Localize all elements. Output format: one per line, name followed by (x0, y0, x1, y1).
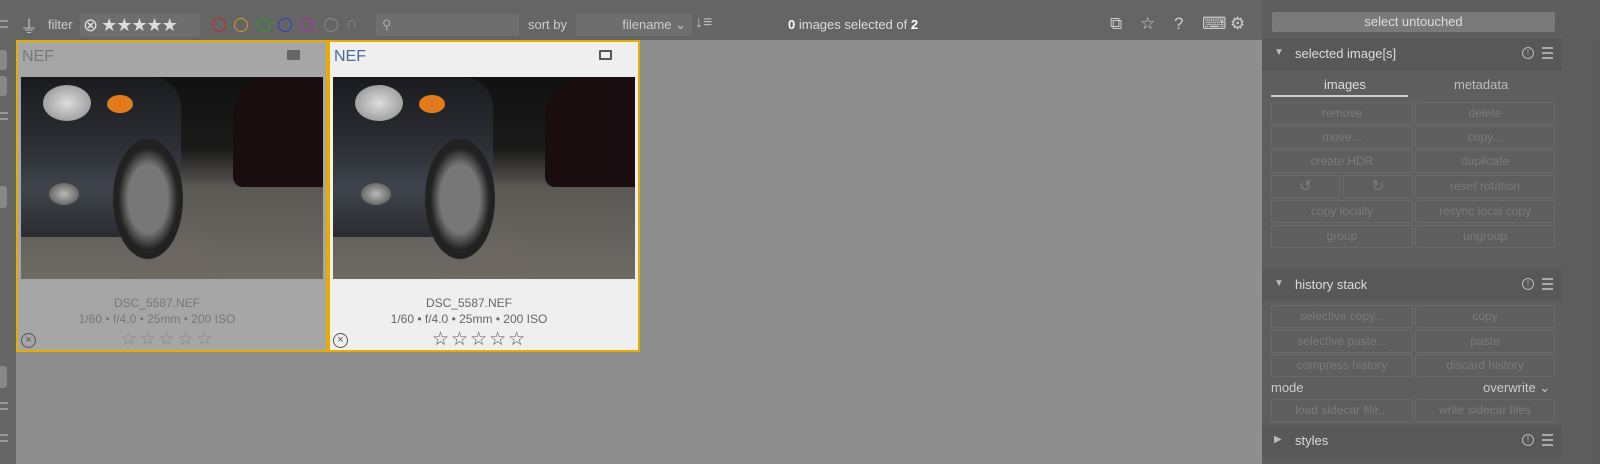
collapse-icon: ▼ (1274, 47, 1284, 58)
left-toggle[interactable] (0, 76, 7, 96)
group-icon[interactable] (287, 50, 300, 60)
filename: DSC_5587.NEF (425, 296, 513, 310)
create-hdr-button[interactable]: create HDR (1271, 150, 1413, 173)
discard-history-button[interactable]: discard history (1415, 354, 1555, 377)
reject-icon[interactable]: × (333, 333, 348, 348)
reset-icon[interactable]: ! (1522, 434, 1534, 446)
filename: DSC_5587.NEF (113, 296, 201, 310)
exif-info: 1/60 • f/4.0 • 25mm • 200 ISO (78, 312, 236, 326)
group-icon[interactable] (599, 50, 612, 60)
left-toggle[interactable] (0, 186, 7, 208)
tab-metadata[interactable]: metadata (1454, 77, 1508, 92)
search-input[interactable]: ⚲ (376, 14, 519, 36)
reject-icon[interactable]: × (21, 333, 36, 348)
presets-menu-icon[interactable] (1542, 434, 1553, 446)
rotate-ccw-icon: ↺ (1299, 178, 1312, 195)
section-history-stack[interactable]: ▼ history stack ! (1262, 269, 1562, 301)
thumbnail-image (333, 77, 635, 279)
selection-count: 0 images selected of 2 (788, 17, 919, 32)
delete-button[interactable]: delete (1415, 102, 1555, 125)
thumbnail[interactable]: NEF DSC_5587.NEF 1/60 • f/4.0 • 25mm • 2… (328, 40, 640, 352)
rotate-cw-button[interactable]: ↻ (1343, 175, 1413, 198)
mode-select[interactable]: overwrite ⌄ (1483, 380, 1550, 396)
write-sidecar-button[interactable]: write sidecar files (1415, 399, 1555, 422)
file-extension: NEF (22, 48, 54, 65)
rating-filter[interactable]: ⊗ ★★★★★ (80, 14, 200, 37)
gear-icon[interactable]: ⚙ (1230, 14, 1245, 34)
reset-rotation-button[interactable]: reset rotation (1415, 175, 1555, 198)
menu-icon[interactable] (0, 20, 8, 28)
filter-icon[interactable]: ⏚ (20, 13, 38, 39)
scrollbar[interactable] (1592, 40, 1600, 464)
reset-icon[interactable]: ! (1522, 47, 1534, 59)
group-button[interactable]: group (1271, 225, 1413, 248)
remove-button[interactable]: remove (1271, 102, 1413, 125)
star-overlay-icon[interactable]: ☆ (1140, 14, 1155, 34)
sort-by-label: sort by (528, 17, 568, 32)
left-toggle[interactable] (0, 366, 7, 388)
section-selected-images[interactable]: ▼ selected image[s] ! (1262, 38, 1562, 70)
mode-label: mode (1271, 380, 1304, 395)
selective-paste-button[interactable]: selective paste... (1271, 330, 1413, 353)
menu-icon[interactable] (0, 402, 8, 410)
resync-local-copy-button[interactable]: resync local copy (1415, 200, 1555, 223)
rotate-ccw-button[interactable]: ↺ (1271, 175, 1340, 198)
tab-images[interactable]: images (1324, 77, 1366, 92)
keyboard-shortcuts-icon[interactable]: ⌨ (1202, 14, 1227, 34)
filter-label: filter (48, 17, 73, 32)
reset-icon[interactable]: ! (1522, 278, 1534, 290)
history-copy-button[interactable]: copy (1415, 305, 1555, 328)
thumbnail[interactable]: NEF DSC_5587.NEF 1/60 • f/4.0 • 25mm • 2… (16, 40, 328, 352)
search-icon: ⚲ (382, 17, 392, 32)
tabs: images metadata (1271, 74, 1555, 97)
lighttable-grid: NEF DSC_5587.NEF 1/60 • f/4.0 • 25mm • 2… (16, 40, 1262, 464)
copy-button[interactable]: copy... (1415, 126, 1555, 149)
color-label-blue[interactable] (278, 18, 292, 32)
right-panel: select untouched ▼ selected image[s] ! i… (1262, 0, 1600, 464)
load-sidecar-button[interactable]: load sidecar file... (1271, 399, 1413, 422)
color-label-none[interactable] (324, 18, 338, 32)
compress-history-button[interactable]: compress history (1271, 354, 1413, 377)
paste-button[interactable]: paste (1415, 330, 1555, 353)
rotate-cw-icon: ↻ (1371, 178, 1385, 195)
section-styles[interactable]: ▶ styles ! (1262, 425, 1562, 457)
ungroup-button[interactable]: ungroup (1415, 225, 1555, 248)
menu-icon[interactable] (0, 112, 8, 120)
selective-copy-button[interactable]: selective copy... (1271, 305, 1413, 328)
color-label-green[interactable] (256, 18, 270, 32)
star-rating[interactable]: ☆☆☆☆☆ (120, 328, 215, 351)
thumbnail-image (21, 77, 323, 279)
exif-info: 1/60 • f/4.0 • 25mm • 200 ISO (390, 312, 548, 326)
help-icon[interactable]: ? (1174, 14, 1183, 34)
copy-locally-button[interactable]: copy locally (1271, 200, 1413, 223)
color-label-yellow[interactable] (234, 18, 248, 32)
top-toolbar: ⏚ filter ⊗ ★★★★★ ∩ ⚲ sort by filename ⌄ … (16, 0, 1262, 40)
star-rating[interactable]: ☆☆☆☆☆ (432, 328, 527, 351)
left-panel-collapsed (0, 0, 16, 464)
menu-icon[interactable] (0, 434, 8, 442)
move-button[interactable]: move... (1271, 126, 1413, 149)
file-extension: NEF (334, 48, 366, 65)
color-label-purple[interactable] (300, 18, 314, 32)
select-untouched-button[interactable]: select untouched (1272, 12, 1555, 32)
color-operator-icon[interactable]: ∩ (346, 15, 358, 33)
collapse-icon: ▼ (1274, 278, 1284, 289)
color-label-red[interactable] (212, 18, 226, 32)
sort-order-icon[interactable]: ↓≡ (695, 14, 712, 32)
sort-select[interactable]: filename ⌄ (576, 14, 692, 36)
grouping-icon[interactable]: ⧉ (1110, 14, 1122, 34)
left-toggle[interactable] (0, 50, 7, 70)
duplicate-button[interactable]: duplicate (1415, 150, 1555, 173)
expand-icon: ▶ (1274, 434, 1282, 445)
presets-menu-icon[interactable] (1542, 278, 1553, 290)
presets-menu-icon[interactable] (1542, 47, 1553, 59)
